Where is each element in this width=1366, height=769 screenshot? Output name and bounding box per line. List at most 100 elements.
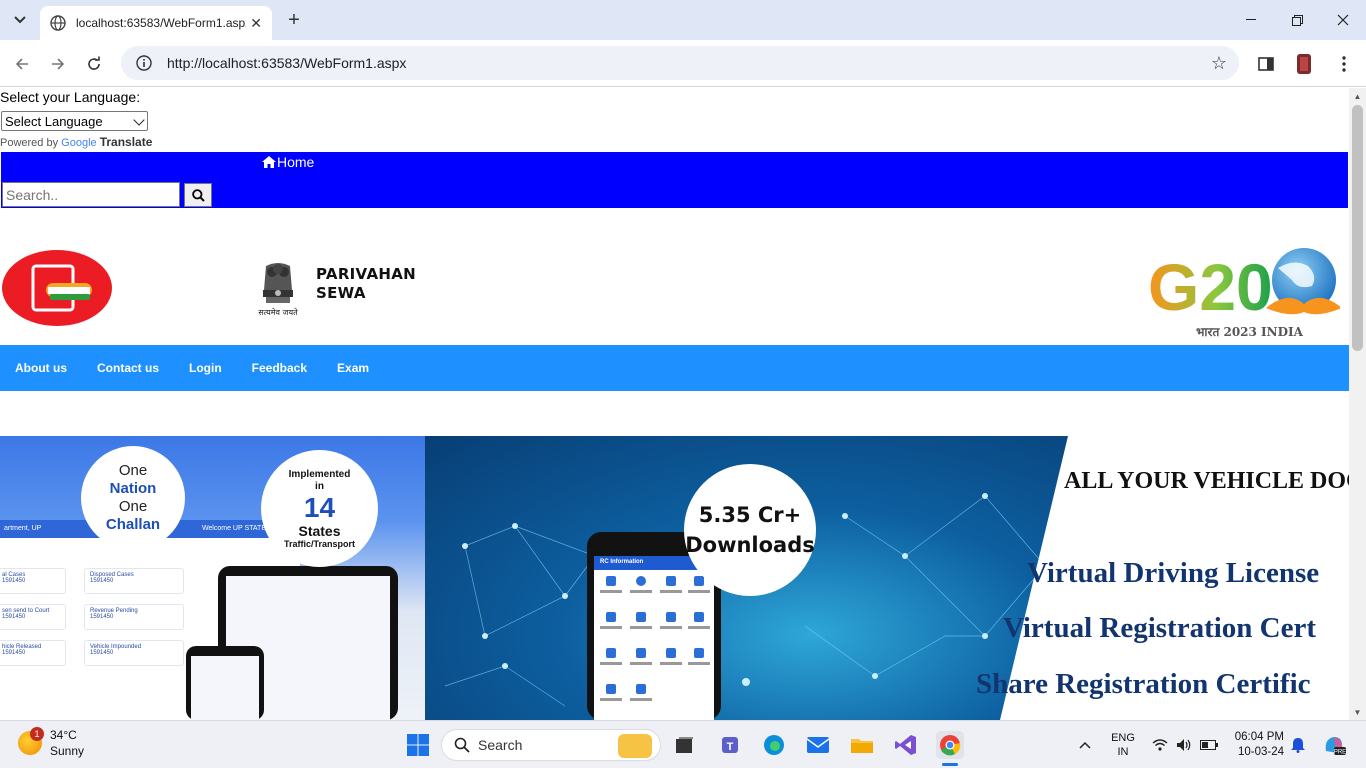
home-link[interactable]: Home [262,154,314,170]
home-icon [262,156,276,168]
badge-line: in [315,480,324,492]
badge-line: Implemented [288,468,351,480]
home-label: Home [277,154,315,170]
file-explorer-icon[interactable] [848,731,876,759]
logo-header: सत्यमेव जयते PARIVAHAN SEWA G20 भारत 202… [0,208,1349,345]
menu-about-us[interactable]: About us [0,361,82,375]
menu-feedback[interactable]: Feedback [237,361,322,375]
phone-mockup [186,646,264,720]
active-app-indicator [942,763,958,766]
system-clock[interactable]: 06:04 PM 10-03-24 [1228,730,1284,760]
tab-close-icon[interactable]: ✕ [250,15,262,32]
search-input[interactable]: Search.. [2,182,180,207]
badge-line: States [298,522,341,539]
start-button[interactable] [404,731,432,759]
clock-date: 10-03-24 [1237,746,1284,758]
tile-value: 1591450 [90,650,114,656]
taskbar-search-label: Search [478,737,523,753]
parivahan-logo [2,250,112,326]
tile-value: 1591450 [90,614,114,620]
teams-icon[interactable]: T [716,731,744,759]
brand-line-2: SEWA [316,284,366,302]
browser-tab[interactable]: localhost:63583/WebForm1.aspx ✕ [40,6,272,40]
language-label: Select your Language: [0,89,141,105]
back-icon[interactable] [8,50,36,78]
top-navbar: Home Search.. [1,152,1348,208]
language-select[interactable]: Select Language [1,111,148,131]
notification-bell-icon[interactable] [1288,721,1308,769]
menu-kebab-icon[interactable] [1332,52,1356,76]
powered-by-google-translate: Powered by Google Translate [0,135,152,149]
scroll-down-icon[interactable]: ▼ [1349,704,1366,720]
downloads-badge: 5.35 Cr+ Downloads [684,464,816,596]
new-tab-icon[interactable]: + [282,8,306,32]
menu-contact-us[interactable]: Contact us [82,361,174,375]
visual-studio-icon[interactable] [892,731,920,759]
task-view-icon[interactable] [670,731,698,759]
language-select-value: Select Language [5,113,103,129]
forward-icon[interactable] [44,50,72,78]
dash-tile: Disposed Cases 1591450 [84,568,184,594]
chevron-up-icon[interactable] [1074,721,1096,769]
g20-logo: G20 भारत 2023 INDIA [1148,246,1342,344]
taskbar-search[interactable]: Search [441,729,661,761]
g20-wordmark: G20 [1148,250,1273,324]
powered-by-label: Powered by [0,137,59,149]
scroll-up-icon[interactable]: ▲ [1349,88,1366,104]
wifi-icon[interactable] [1150,721,1170,769]
close-window-icon[interactable] [1320,0,1366,40]
tile-value: 1591450 [2,650,26,656]
badge-number: 14 [303,491,336,523]
side-panel-icon[interactable] [1254,52,1278,76]
weather-widget[interactable]: 1 34°C Sunny [18,727,84,759]
profile-avatar-icon[interactable] [1292,52,1316,76]
dashboard-header-text: artment, UP [4,525,42,532]
bookmark-star-icon[interactable]: ☆ [1211,53,1227,74]
search-placeholder: Search.. [6,186,59,203]
national-emblem: सत्यमेव जयते [252,260,304,318]
mail-icon[interactable] [804,731,832,759]
dash-tile: Revenue Pending 1591450 [84,604,184,630]
battery-icon[interactable] [1198,721,1220,769]
volume-icon[interactable] [1174,721,1194,769]
copilot-icon[interactable]: PRE [1320,721,1348,769]
badge-line: Downloads [685,533,815,557]
menu-login[interactable]: Login [174,361,237,375]
chrome-icon[interactable] [936,731,964,759]
banner-line-share-registration: Share Registration Certific [976,668,1311,700]
dash-tile: sen send to Court 1591450 [0,604,66,630]
translate-link[interactable]: Translate [100,135,153,149]
hero-banner: artment, UP Welcome UP STATE al Cases 159… [0,436,1349,720]
restore-icon[interactable] [1274,0,1320,40]
badge-line: Nation [109,480,157,497]
weather-description: Sunny [50,744,85,758]
menu-exam[interactable]: Exam [322,361,384,375]
tab-search-icon[interactable] [8,8,32,32]
emblem-caption: सत्यमेव जयते [258,307,298,317]
chevron-down-icon [133,114,145,126]
tab-title: localhost:63583/WebForm1.aspx [76,16,246,30]
minimize-icon[interactable] [1228,0,1274,40]
google-logo: Google [61,137,97,149]
site-info-icon[interactable] [135,54,153,72]
page-scrollbar[interactable]: ▲ ▼ [1349,88,1366,720]
dashboard-welcome-text: Welcome UP STATE [201,525,266,532]
input-language-indicator[interactable]: ENG IN [1104,721,1142,769]
banner-right-title: ALL YOUR VEHICLE DOC [1064,468,1349,494]
banner-left-panel: artment, UP Welcome UP STATE al Cases 159… [0,436,425,720]
scrollbar-thumb[interactable] [1352,105,1363,351]
edge-icon[interactable] [760,731,788,759]
dash-tile: al Cases 1591450 [0,568,66,594]
address-bar[interactable]: http://localhost:63583/WebForm1.aspx ☆ [121,46,1239,80]
lang-line-1: ENG [1111,732,1135,744]
search-icon [191,188,205,202]
banner-line-registration-cert: Virtual Registration Cert [1003,612,1317,644]
badge-line: Traffic/Transport [283,538,355,549]
search-button[interactable] [184,183,212,207]
browser-tabstrip: localhost:63583/WebForm1.aspx ✕ + [0,0,1366,40]
badge-line: One [118,462,148,479]
brand-line-1: PARIVAHAN [316,265,416,283]
reload-icon[interactable] [80,50,108,78]
windows-logo-icon [407,734,429,756]
badge-line: Challan [105,516,161,533]
